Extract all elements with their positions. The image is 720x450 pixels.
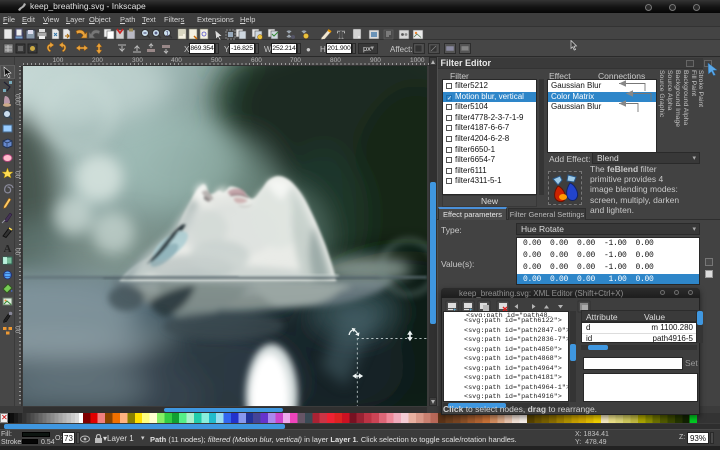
svg-text:T: T — [337, 28, 345, 40]
svg-text:A: A — [4, 243, 12, 255]
